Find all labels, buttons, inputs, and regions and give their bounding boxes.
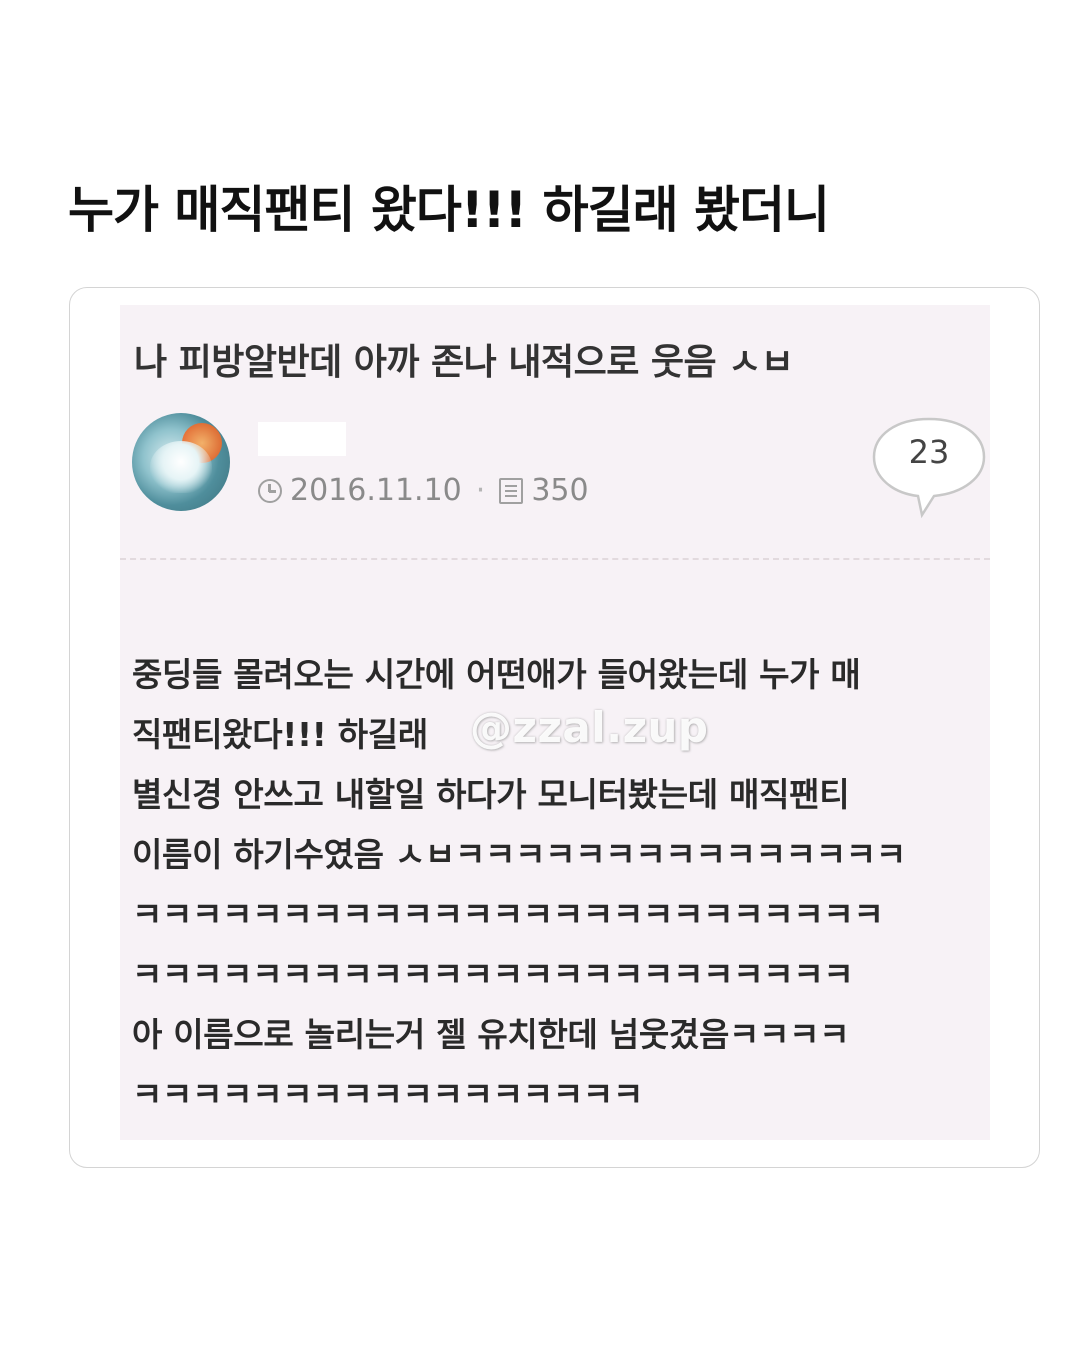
post-screenshot: 나 피방알반데 아까 존나 내적으로 웃음 ㅅㅂ 2016.11.10 · 35… bbox=[120, 305, 990, 1140]
avatar-wing-shape bbox=[150, 441, 212, 493]
body-line: ㅋㅋㅋㅋㅋㅋㅋㅋㅋㅋㅋㅋㅋㅋㅋㅋㅋ bbox=[132, 1075, 644, 1114]
post-meta: 2016.11.10 · 350 bbox=[258, 473, 589, 508]
body-line: 아 이름으로 놀리는거 젤 유치한데 넘웃겼음ㅋㅋㅋㅋ bbox=[132, 1015, 850, 1054]
body-line: 별신경 안쓰고 내할일 하다가 모니터봤는데 매직팬티 bbox=[132, 775, 850, 814]
comment-count-button[interactable]: 23 bbox=[870, 415, 988, 519]
avatar[interactable] bbox=[132, 413, 230, 511]
author-name-redacted bbox=[258, 422, 346, 456]
meta-separator: · bbox=[475, 473, 486, 508]
post-date: 2016.11.10 bbox=[290, 473, 462, 508]
comment-count: 23 bbox=[908, 433, 950, 471]
body-line: ㅋㅋㅋㅋㅋㅋㅋㅋㅋㅋㅋㅋㅋㅋㅋㅋㅋㅋㅋㅋㅋㅋㅋㅋ bbox=[132, 955, 854, 994]
body-line: 중딩들 몰려오는 시간에 어떤애가 들어왔는데 누가 매 bbox=[132, 655, 861, 694]
body-line: 이름이 하기수였음 ㅅㅂㅋㅋㅋㅋㅋㅋㅋㅋㅋㅋㅋㅋㅋㅋㅋ bbox=[132, 835, 906, 874]
view-count: 350 bbox=[531, 473, 589, 508]
body-line: ㅋㅋㅋㅋㅋㅋㅋㅋㅋㅋㅋㅋㅋㅋㅋㅋㅋㅋㅋㅋㅋㅋㅋㅋㅋ bbox=[132, 895, 884, 934]
post-title: 나 피방알반데 아까 존나 내적으로 웃음 ㅅㅂ bbox=[134, 342, 794, 383]
document-icon bbox=[499, 477, 524, 504]
headline: 누가 매직팬티 왔다!!! 하길래 봤더니 bbox=[68, 181, 830, 239]
clock-icon bbox=[258, 478, 282, 503]
watermark: @zzal.zup bbox=[470, 703, 709, 752]
divider bbox=[120, 558, 990, 560]
